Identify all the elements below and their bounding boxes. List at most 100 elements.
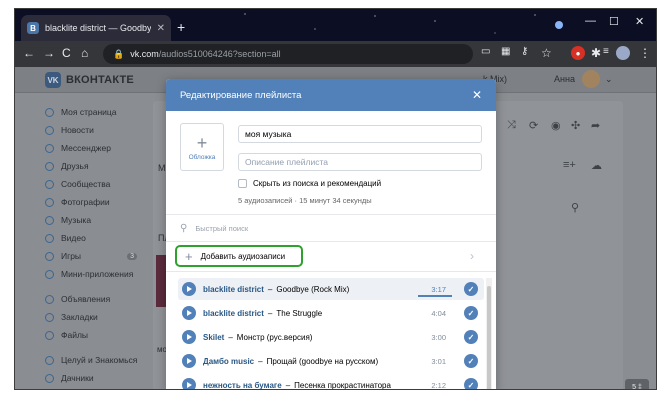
sidebar-item-news[interactable]: Новости: [45, 121, 145, 139]
track-row[interactable]: нежность на бумаге – Песенка прокрастина…: [178, 374, 484, 390]
play-icon[interactable]: [182, 282, 196, 296]
play-icon[interactable]: [182, 306, 196, 320]
modal-close-icon[interactable]: ✕: [472, 88, 482, 102]
sidebar-item-app-kiss[interactable]: Целуй и Знакомься: [45, 351, 145, 369]
reading-list-icon[interactable]: ≡: [603, 46, 609, 57]
track-progress[interactable]: [418, 295, 452, 297]
sidebar-item-games[interactable]: Игры 3: [45, 247, 145, 265]
track-row[interactable]: Дамбо music – Прощай (goodbye на русском…: [178, 350, 484, 372]
scrollbar-thumb[interactable]: [487, 286, 491, 389]
track-artist[interactable]: Дамбо music: [203, 357, 254, 366]
sidebar-item-files[interactable]: Файлы: [45, 326, 145, 344]
track-artist[interactable]: blacklite district: [203, 309, 264, 318]
browser-tab[interactable]: B blacklite district — Goodbye (Rock ✕: [21, 15, 171, 41]
broadcast-icon[interactable]: ◉: [551, 119, 561, 132]
play-icon[interactable]: [182, 354, 196, 368]
add-audio-button[interactable]: + Добавить аудиозаписи: [175, 245, 303, 267]
related-icon[interactable]: ✣: [571, 119, 580, 132]
cast-icon[interactable]: ▭: [481, 46, 490, 57]
track-artist[interactable]: нежность на бумаге: [203, 381, 282, 390]
new-tab-icon[interactable]: +: [177, 19, 185, 35]
reload-icon[interactable]: C: [62, 46, 71, 60]
tab-close-icon[interactable]: ✕: [157, 23, 165, 34]
vk-logo-text: ВКОНТАКТЕ: [66, 74, 134, 86]
playlist-name-field[interactable]: моя музыка: [238, 125, 482, 143]
sidebar-item-photos[interactable]: Фотографии: [45, 193, 145, 211]
photo-icon: [45, 197, 54, 207]
header-avatar[interactable]: [582, 70, 600, 88]
bg-search-icon[interactable]: ⚲: [571, 201, 579, 214]
sidebar-item-video[interactable]: Видео: [45, 229, 145, 247]
sidebar-item-friends[interactable]: Друзья: [45, 157, 145, 175]
extension-badge-icon[interactable]: ●: [571, 46, 585, 60]
vk-logo-icon: VK: [45, 72, 61, 88]
track-title: Песенка прокрастинатора: [294, 380, 391, 390]
track-row[interactable]: blacklite district – Goodbye (Rock Mix) …: [178, 278, 484, 300]
check-icon[interactable]: ✓: [464, 354, 478, 368]
bookmark-star-icon[interactable]: ☆: [541, 46, 552, 60]
window-close-icon[interactable]: ✕: [635, 15, 644, 28]
menu-icon[interactable]: ⋮: [639, 46, 651, 60]
upload-icon[interactable]: ☁: [591, 159, 602, 172]
track-artist[interactable]: blacklite district: [203, 285, 264, 294]
chevron-down-icon[interactable]: ⌄: [605, 74, 613, 85]
qr-icon[interactable]: ▦: [501, 46, 510, 57]
track-row[interactable]: blacklite district – The Struggle 4:04 ✓: [178, 302, 484, 324]
sidebar-item-app-dachniki[interactable]: Дачники: [45, 369, 145, 387]
sidebar-item-my-page[interactable]: Моя страница: [45, 103, 145, 121]
address-bar[interactable]: 🔒 vk.com/audios510064246?section=all: [103, 44, 473, 64]
video-icon: [45, 233, 54, 243]
cover-label: Обложка: [188, 153, 216, 161]
share-icon[interactable]: ➦: [591, 119, 600, 132]
sidebar-item-music[interactable]: Музыка: [45, 211, 145, 229]
play-icon[interactable]: [182, 378, 196, 389]
sidebar-item-bookmarks[interactable]: Закладки: [45, 308, 145, 326]
playlist-description-field[interactable]: Описание плейлиста: [238, 153, 482, 171]
cover-upload-button[interactable]: + Обложка: [180, 123, 224, 171]
files-icon: [45, 330, 54, 340]
browser-window: B blacklite district — Goodbye (Rock ✕ +…: [14, 8, 657, 390]
track-row[interactable]: Skilet – Монстр (рус.версия) 3:00 ✓: [178, 326, 484, 348]
sidebar-item-groups[interactable]: Сообщества: [45, 175, 145, 193]
sidebar-item-ads[interactable]: Объявления: [45, 290, 145, 308]
home-icon[interactable]: ⌂: [81, 46, 88, 60]
sidebar-item-messenger[interactable]: Мессенджер: [45, 139, 145, 157]
corner-counter[interactable]: 5 ‡: [625, 379, 649, 389]
check-icon[interactable]: ✓: [464, 282, 478, 296]
back-icon[interactable]: ←: [23, 46, 35, 60]
track-list-scrollbar[interactable]: [486, 278, 492, 389]
hide-from-search-checkbox[interactable]: Скрыть из поиска и рекомендаций: [238, 179, 381, 188]
shuffle-icon[interactable]: ⤨: [507, 119, 516, 132]
track-duration: 4:04: [431, 308, 446, 318]
browser-toolbar: ← → C ⌂ 🔒 vk.com/audios510064246?section…: [15, 41, 656, 67]
url-domain: vk.com: [130, 49, 159, 59]
checkbox-box[interactable]: [238, 179, 247, 188]
profile-avatar[interactable]: [616, 46, 630, 60]
repeat-icon[interactable]: ⟳: [529, 119, 538, 132]
add-playlist-icon[interactable]: ≡+: [563, 159, 576, 171]
modal-header: Редактирование плейлиста ✕: [166, 79, 496, 111]
track-duration: 3:00: [431, 332, 446, 342]
minimize-icon[interactable]: —: [585, 15, 596, 27]
edit-playlist-modal: Редактирование плейлиста ✕ + Обложка моя…: [166, 79, 496, 390]
play-icon[interactable]: [182, 330, 196, 344]
sidebar-item-mini-apps[interactable]: Мини-приложения: [45, 265, 145, 283]
check-icon[interactable]: ✓: [464, 306, 478, 320]
key-icon[interactable]: ⚷: [521, 46, 528, 57]
url-path: /audios510064246?section=all: [158, 49, 281, 59]
track-duration: 3:01: [431, 356, 446, 366]
vk-sidebar: Моя страница Новости Мессенджер Друзья С…: [45, 103, 145, 387]
chevron-right-icon[interactable]: ›: [470, 249, 474, 263]
header-user-name[interactable]: Анна: [554, 74, 575, 84]
check-icon[interactable]: ✓: [464, 330, 478, 344]
extensions-icon[interactable]: ✱: [591, 46, 601, 60]
maximize-icon[interactable]: ☐: [609, 15, 619, 28]
quick-search-input[interactable]: Быстрый поиск: [195, 224, 248, 233]
check-icon[interactable]: ✓: [464, 378, 478, 389]
forward-icon[interactable]: →: [43, 46, 55, 60]
track-duration: 3:17: [431, 284, 446, 294]
track-artist[interactable]: Skilet: [203, 333, 224, 342]
quick-search-bar[interactable]: ⚲ Быстрый поиск: [166, 214, 496, 242]
add-audio-row[interactable]: + Добавить аудиозаписи ›: [166, 242, 496, 272]
vk-logo[interactable]: VK ВКОНТАКТЕ: [45, 72, 134, 88]
